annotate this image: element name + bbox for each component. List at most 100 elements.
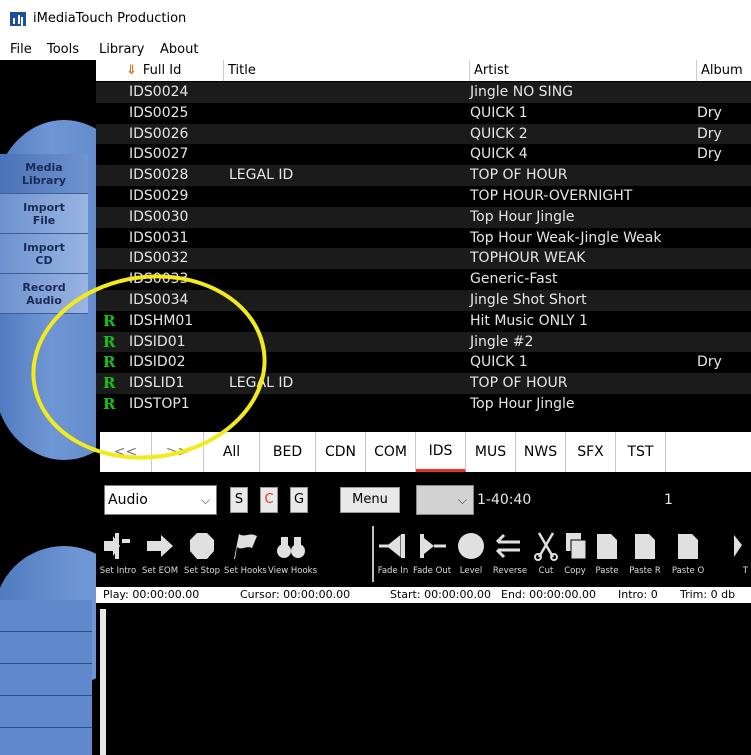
- set-hooks-button[interactable]: Set Hooks: [224, 528, 267, 584]
- cell-artist: Generic-Fast: [470, 271, 558, 288]
- table-row[interactable]: IDS0030 Top Hour Jingle: [96, 206, 751, 228]
- cut-button[interactable]: Cut: [532, 528, 560, 584]
- trim-button[interactable]: T: [710, 528, 750, 584]
- cell-title: LEGAL ID: [229, 167, 294, 184]
- cell-artist: QUICK 1: [470, 104, 528, 121]
- cell-full-id: IDSID02: [129, 354, 186, 371]
- copy-button[interactable]: Copy: [560, 528, 590, 584]
- ready-flag-icon: R: [103, 353, 116, 372]
- tab-ids[interactable]: IDS: [416, 432, 466, 472]
- tab-com[interactable]: COM: [366, 432, 416, 472]
- tab-prev[interactable]: <<: [100, 432, 152, 472]
- table-row[interactable]: R IDSID02 QUICK 1 Dry: [96, 352, 751, 373]
- table-row[interactable]: IDS0034 Jingle Shot Short: [96, 289, 751, 311]
- ready-flag-icon: R: [103, 311, 116, 330]
- sidebar-nav: Media Library Import File Import CD Reco…: [0, 154, 90, 314]
- cell-artist: TOP HOUR-OVERNIGHT: [470, 187, 633, 204]
- cell-full-id: IDS0032: [129, 250, 189, 267]
- menu-button[interactable]: Menu: [340, 487, 400, 513]
- set-eom-button[interactable]: Set EOM: [140, 528, 180, 584]
- binoculars-icon: [277, 537, 305, 558]
- tab-sfx[interactable]: SFX: [566, 432, 616, 472]
- waveform-area[interactable]: [96, 603, 751, 755]
- paste-button[interactable]: Paste: [590, 528, 624, 584]
- cell-full-id: IDS0028: [129, 167, 189, 184]
- column-header-full-id[interactable]: ⇓ Full Id: [96, 60, 224, 81]
- fade-out-button[interactable]: Fade Out: [412, 528, 452, 584]
- column-header-title[interactable]: Title: [224, 60, 470, 81]
- set-stop-button[interactable]: Set Stop: [182, 528, 222, 584]
- secondary-select[interactable]: ⌵: [416, 485, 474, 515]
- table-row[interactable]: R IDSTOP1 Top Hour Jingle: [96, 394, 751, 415]
- table-row[interactable]: R IDSLID1 LEGAL ID TOP OF HOUR: [96, 373, 751, 394]
- sidebar-item-label: Media: [25, 160, 63, 174]
- set-intro-button[interactable]: Set Intro: [98, 528, 138, 584]
- sidebar-item-import-file[interactable]: Import File: [0, 194, 88, 234]
- paste-o-button[interactable]: Paste O: [666, 528, 710, 584]
- table-row[interactable]: IDS0033 Generic-Fast: [96, 269, 751, 290]
- cell-album: Dry: [697, 354, 722, 371]
- table-row[interactable]: IDS0031 Top Hour Weak-Jingle Weak: [96, 228, 751, 249]
- table-row[interactable]: IDS0024 Jingle NO SING: [96, 82, 751, 103]
- cell-artist: Hit Music ONLY 1: [470, 312, 588, 329]
- cell-artist: QUICK 1: [470, 354, 528, 371]
- c-button[interactable]: C: [260, 487, 278, 513]
- view-hooks-button[interactable]: View Hooks: [268, 528, 317, 584]
- trim-icon: [734, 535, 742, 557]
- set-eom-icon: [147, 535, 173, 557]
- tab-bed[interactable]: BED: [260, 432, 316, 472]
- paste-r-icon: [635, 534, 655, 559]
- start-time: Start: 00:00:00.00: [390, 588, 491, 601]
- table-header: ⇓ Full Id Title Artist Album: [96, 60, 751, 81]
- sidebar-lower-slot[interactable]: [0, 632, 92, 664]
- column-header-album[interactable]: Album: [697, 60, 751, 81]
- audio-type-value: Audio: [108, 492, 148, 508]
- g-button[interactable]: G: [290, 487, 308, 513]
- cell-artist: TOPHOUR WEAK: [470, 250, 586, 267]
- audio-type-select[interactable]: Audio ⌵: [104, 485, 217, 515]
- cell-artist: Top Hour Jingle: [470, 395, 575, 412]
- tab-mus[interactable]: MUS: [466, 432, 516, 472]
- intro-value: Intro: 0: [618, 588, 658, 601]
- cell-full-id: IDSID01: [129, 333, 186, 350]
- tab-next[interactable]: >>: [152, 432, 204, 472]
- level-button[interactable]: Level: [454, 528, 488, 584]
- sidebar-lower-slot[interactable]: [0, 664, 92, 696]
- sidebar-item-record-audio[interactable]: Record Audio: [0, 274, 88, 314]
- reverse-button[interactable]: Reverse: [488, 528, 532, 584]
- menu-tools[interactable]: Tools: [47, 42, 79, 57]
- cell-full-id: IDSLID1: [129, 375, 185, 392]
- column-header-artist[interactable]: Artist: [470, 60, 697, 81]
- tab-nws[interactable]: NWS: [516, 432, 566, 472]
- tab-tst[interactable]: TST: [616, 432, 666, 472]
- sidebar-item-media-library[interactable]: Media Library: [0, 154, 88, 194]
- s-button[interactable]: S: [230, 487, 248, 513]
- cell-album: Dry: [697, 125, 722, 142]
- menu-about[interactable]: About: [160, 42, 198, 57]
- ready-flag-icon: R: [103, 332, 116, 351]
- table-row[interactable]: R IDSHM01 Hit Music ONLY 1: [96, 311, 751, 332]
- table-row[interactable]: IDS0028 LEGAL ID TOP OF HOUR: [96, 165, 751, 186]
- table-row[interactable]: IDS0026 QUICK 2 Dry: [96, 123, 751, 145]
- table-row[interactable]: R IDSID01 Jingle #2: [96, 331, 751, 353]
- fade-in-button[interactable]: Fade In: [374, 528, 412, 584]
- cell-artist: QUICK 4: [470, 146, 528, 163]
- trim-value: Trim: 0 db: [680, 588, 736, 601]
- waveform-scrub-handle[interactable]: [100, 609, 106, 755]
- table-row[interactable]: IDS0032 TOPHOUR WEAK: [96, 248, 751, 270]
- cell-full-id: IDS0027: [129, 146, 189, 163]
- sidebar-item-label: File: [32, 213, 56, 227]
- sidebar-item-import-cd[interactable]: Import CD: [0, 234, 88, 274]
- sidebar-lower-slot[interactable]: [0, 696, 92, 728]
- paste-r-button[interactable]: Paste R: [624, 528, 666, 584]
- tab-cdn[interactable]: CDN: [316, 432, 366, 472]
- menu-library[interactable]: Library: [99, 42, 144, 57]
- table-row[interactable]: IDS0027 QUICK 4 Dry: [96, 144, 751, 165]
- table-row[interactable]: IDS0029 TOP HOUR-OVERNIGHT: [96, 186, 751, 207]
- category-bar: << >> All BED CDN COM IDS MUS NWS SFX TS…: [96, 426, 751, 476]
- sidebar-lower-slot[interactable]: [0, 728, 92, 755]
- table-row[interactable]: IDS0025 QUICK 1 Dry: [96, 103, 751, 124]
- sidebar-lower-slot[interactable]: [0, 600, 92, 632]
- menu-file[interactable]: File: [10, 42, 32, 57]
- tab-all[interactable]: All: [204, 432, 260, 472]
